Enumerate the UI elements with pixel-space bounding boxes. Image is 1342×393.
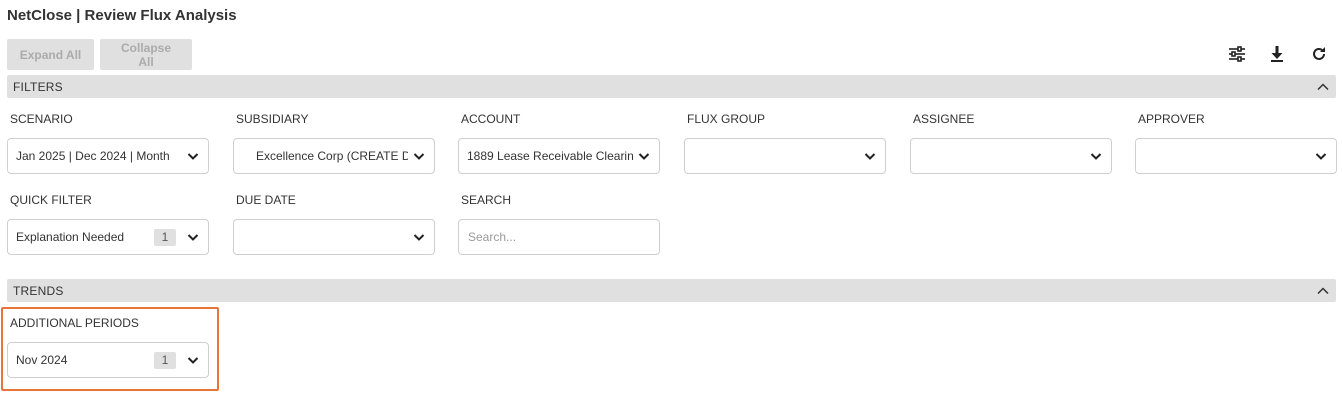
additional-periods-label: ADDITIONAL PERIODS	[10, 316, 139, 330]
quick-filter-select[interactable]: Explanation Needed 1	[7, 219, 209, 255]
page-title: NetClose | Review Flux Analysis	[7, 7, 237, 24]
additional-periods-select[interactable]: Nov 2024 1	[7, 342, 209, 378]
flux-group-label: FLUX GROUP	[687, 112, 766, 126]
due-date-label: DUE DATE	[236, 193, 296, 207]
approver-label: APPROVER	[1138, 112, 1205, 126]
due-date-select[interactable]	[233, 219, 435, 255]
chevron-up-icon[interactable]	[1316, 284, 1330, 298]
account-value: 1889 Lease Receivable Clearing	[467, 149, 633, 163]
trends-section-header[interactable]: TRENDS	[7, 279, 1336, 302]
subsidiary-label: SUBSIDIARY	[236, 112, 309, 126]
chevron-down-icon	[1315, 153, 1327, 160]
count-badge: 1	[154, 351, 176, 369]
additional-periods-value: Nov 2024	[16, 353, 68, 367]
chevron-down-icon	[187, 153, 199, 160]
expand-all-button[interactable]: Expand All	[7, 39, 94, 70]
download-icon[interactable]	[1265, 42, 1289, 66]
chevron-down-icon	[638, 153, 650, 160]
filters-section-title: FILTERS	[13, 79, 63, 94]
chevron-down-icon	[187, 357, 199, 364]
quick-filter-value: Explanation Needed	[16, 230, 125, 244]
filters-section-header[interactable]: FILTERS	[7, 75, 1336, 98]
chevron-down-icon	[1090, 153, 1102, 160]
account-label: ACCOUNT	[461, 112, 521, 126]
sliders-icon[interactable]	[1225, 42, 1249, 66]
trends-section-title: TRENDS	[13, 283, 64, 298]
chevron-down-icon	[413, 153, 425, 160]
scenario-value: Jan 2025 | Dec 2024 | Month	[16, 149, 170, 163]
assignee-label: ASSIGNEE	[913, 112, 975, 126]
flux-group-select[interactable]	[684, 138, 886, 174]
scenario-label: SCENARIO	[10, 112, 73, 126]
assignee-select[interactable]	[910, 138, 1112, 174]
search-label: SEARCH	[461, 193, 512, 207]
subsidiary-value: Excellence Corp (CREATE DEMO)	[256, 149, 408, 163]
chevron-down-icon	[864, 153, 876, 160]
chevron-up-icon[interactable]	[1316, 80, 1330, 94]
approver-select[interactable]	[1135, 138, 1337, 174]
refresh-icon[interactable]	[1307, 42, 1331, 66]
chevron-down-icon	[413, 234, 425, 241]
count-badge: 1	[154, 228, 176, 246]
toolbar: Expand All Collapse All	[7, 39, 192, 70]
search-input[interactable]	[458, 219, 660, 255]
chevron-down-icon	[187, 234, 199, 241]
collapse-all-button[interactable]: Collapse All	[100, 39, 192, 70]
account-select[interactable]: 1889 Lease Receivable Clearing	[458, 138, 660, 174]
subsidiary-select[interactable]: Excellence Corp (CREATE DEMO)	[233, 138, 435, 174]
quick-filter-label: QUICK FILTER	[10, 193, 92, 207]
scenario-select[interactable]: Jan 2025 | Dec 2024 | Month	[7, 138, 209, 174]
